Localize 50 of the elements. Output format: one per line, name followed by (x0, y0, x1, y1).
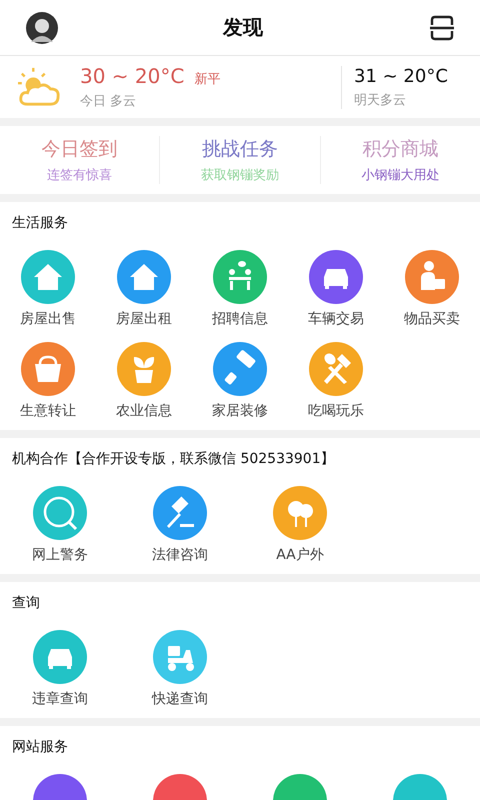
paint-roller-icon[interactable] (213, 342, 267, 396)
house-icon[interactable] (117, 250, 171, 304)
page-title: 发现 (223, 14, 263, 41)
section-title: 生活服务 (11, 214, 69, 232)
service-label: 农业信息 (116, 402, 172, 420)
magnifier-icon[interactable] (33, 486, 87, 540)
service-label: 法律咨询 (152, 546, 208, 564)
service-label: 快递查询 (152, 690, 208, 708)
section-title: 网站服务 (11, 738, 69, 756)
tomorrow-weather: 明天多云 (354, 92, 407, 108)
service-label: 房屋出售 (20, 310, 76, 328)
service-label: 招聘信息 (212, 310, 268, 328)
today-temperature: 30 ~ 20°C (80, 64, 184, 88)
service-label: 房屋出租 (116, 310, 172, 328)
quick-link[interactable]: 挑战任务 获取钢镚奖励 (159, 136, 320, 184)
basket-icon[interactable] (21, 342, 75, 396)
city-name: 新平 (194, 71, 220, 88)
service-label: 物品买卖 (404, 310, 460, 328)
quick-link-title: 挑战任务 (202, 137, 278, 162)
car-icon[interactable] (33, 630, 87, 684)
scan-icon[interactable] (428, 14, 456, 42)
spoon-fork-icon[interactable] (309, 342, 363, 396)
service-label: 网上警务 (32, 546, 88, 564)
balloons-icon[interactable] (273, 486, 327, 540)
plant-icon[interactable] (117, 342, 171, 396)
quick-link-subtitle: 获取钢镚奖励 (200, 167, 279, 184)
scooter-icon[interactable] (153, 630, 207, 684)
quick-link-subtitle: 小钢镚大用处 (361, 167, 440, 184)
quick-link[interactable]: 今日签到 连签有惊喜 (0, 136, 160, 184)
house-icon[interactable] (21, 250, 75, 304)
quick-link-title: 今日签到 (42, 137, 118, 162)
section-title: 查询 (11, 594, 41, 612)
people-table-icon[interactable] (213, 250, 267, 304)
service-label: 生意转让 (20, 402, 76, 420)
service-label: AA户外 (276, 546, 324, 564)
service-label: 违章查询 (32, 690, 88, 708)
quick-link[interactable]: 积分商城 小钢镚大用处 (320, 136, 480, 184)
person-box-icon[interactable] (405, 250, 459, 304)
service-label: 吃喝玩乐 (308, 402, 364, 420)
quick-link-title: 积分商城 (362, 137, 438, 162)
sun-cloud-icon (16, 66, 62, 108)
today-weather: 今日 多云 (80, 93, 138, 110)
avatar[interactable] (26, 12, 58, 44)
gavel-icon[interactable] (153, 486, 207, 540)
car-icon[interactable] (309, 250, 363, 304)
service-label: 家居装修 (212, 402, 268, 420)
quick-link-subtitle: 连签有惊喜 (47, 167, 112, 184)
service-label: 车辆交易 (308, 310, 364, 328)
section-title: 机构合作【合作开设专版，联系微信 502533901】 (11, 450, 336, 468)
tomorrow-temperature: 31 ~ 20°C (354, 66, 449, 86)
